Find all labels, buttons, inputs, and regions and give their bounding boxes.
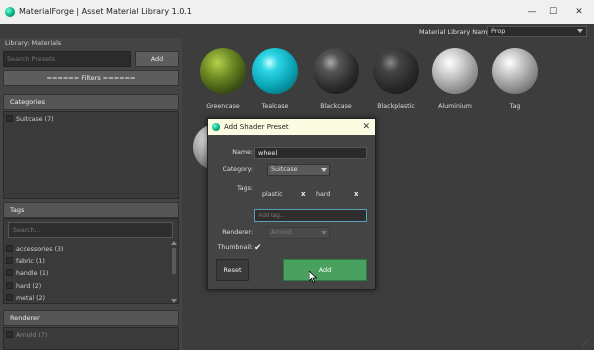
renderer-item[interactable]: Arnold (7)	[6, 331, 47, 341]
add-preset-button[interactable]: Add	[135, 51, 179, 67]
add-shader-preset-dialog: Add Shader Preset ✕ Name: wheel Category…	[207, 118, 376, 290]
category-item[interactable]: Suitcase (7)	[6, 115, 54, 125]
renderer-label: Arnold (7)	[16, 332, 48, 339]
resize-grip-icon[interactable]: ⋰	[582, 339, 591, 348]
add-tag-input[interactable]	[254, 209, 367, 222]
material-tile[interactable]: Tealcase	[243, 46, 303, 116]
renderer-header[interactable]: Renderer	[3, 310, 179, 326]
chevron-down-icon	[577, 29, 583, 33]
material-label: Blackplastic	[377, 103, 415, 110]
chevron-down-icon	[321, 168, 327, 172]
checkbox[interactable]	[6, 257, 13, 264]
minimize-button[interactable]: —	[521, 4, 543, 20]
material-label: Blackcase	[320, 103, 352, 110]
tag-label: hard (2)	[16, 283, 42, 290]
title-bar: MaterialForge | Asset Material Library 1…	[0, 0, 594, 24]
category-label: Category:	[222, 166, 253, 173]
tag-label: accessories (3)	[16, 246, 64, 253]
material-tile[interactable]: Greencase	[191, 46, 251, 116]
library-name-select[interactable]: Prop	[487, 26, 587, 37]
checkbox[interactable]	[6, 282, 13, 289]
filters-toggle[interactable]: ====== Filters ======	[3, 70, 179, 86]
tags-label: Tags:	[236, 185, 253, 192]
tag-item[interactable]: accessories (3)	[6, 245, 64, 255]
dialog-title-bar: Add Shader Preset ✕	[208, 119, 375, 135]
maximize-button[interactable]: ☐	[542, 4, 564, 20]
material-preview[interactable]	[492, 48, 538, 94]
scroll-down-icon[interactable]	[171, 299, 177, 303]
library-name-value: Prop	[491, 27, 506, 35]
name-label: Name:	[232, 149, 253, 156]
checkbox[interactable]	[6, 294, 13, 301]
library-label: Library: Materials	[5, 39, 62, 47]
thumbnail-label: Thumbnail:	[217, 244, 253, 251]
material-tile[interactable]: Aluminium	[423, 46, 483, 116]
search-tags-input[interactable]	[8, 222, 173, 238]
categories-header[interactable]: Categories	[3, 94, 179, 110]
add-button[interactable]: Add	[283, 259, 367, 281]
chevron-down-icon	[321, 231, 327, 235]
category-value: Suitcase	[271, 166, 298, 173]
material-label: Aluminium	[438, 103, 472, 110]
material-preview[interactable]	[200, 48, 246, 94]
material-tile[interactable]: Blackcase	[304, 46, 364, 116]
thumbnail-checkbox[interactable]: ✔	[254, 243, 262, 253]
scroll-thumb[interactable]	[172, 248, 176, 274]
checkbox[interactable]	[6, 269, 13, 276]
tag-chip-label: hard	[316, 191, 331, 198]
material-preview[interactable]	[373, 48, 419, 94]
material-label: Tealcase	[261, 103, 289, 110]
material-tile[interactable]: Blackplastic	[364, 46, 424, 116]
library-name-label: Material Library Name:	[419, 28, 494, 36]
material-preview[interactable]	[252, 48, 298, 94]
checkbox[interactable]	[6, 245, 13, 252]
tag-chip-label: plastic	[262, 191, 283, 198]
material-tile[interactable]: Tag	[483, 46, 543, 116]
tag-label: metal (2)	[16, 295, 46, 302]
dialog-title: Add Shader Preset	[224, 123, 289, 131]
remove-tag-button[interactable]: x	[301, 190, 306, 198]
main-window: MaterialForge | Asset Material Library 1…	[0, 0, 594, 350]
close-button[interactable]: ✕	[568, 4, 590, 20]
search-presets-input[interactable]	[3, 51, 131, 67]
mouse-cursor-icon	[309, 271, 317, 283]
renderer-label: Renderer:	[222, 229, 253, 236]
tag-label: fabric (1)	[16, 258, 45, 265]
app-logo-icon	[212, 123, 220, 131]
renderer-select[interactable]: Arnold	[267, 227, 330, 239]
category-select[interactable]: Suitcase	[267, 164, 330, 176]
tag-label: handle (1)	[16, 270, 49, 277]
material-preview[interactable]	[432, 48, 478, 94]
tag-item[interactable]: metal (2)	[6, 294, 45, 304]
tags-header[interactable]: Tags	[3, 202, 179, 218]
tag-item[interactable]: handle (1)	[6, 269, 48, 279]
tag-item[interactable]: hard (2)	[6, 282, 41, 292]
app-logo-icon	[5, 7, 15, 17]
tag-item[interactable]: fabric (1)	[6, 257, 45, 267]
material-preview[interactable]	[313, 48, 359, 94]
dialog-close-button[interactable]: ✕	[362, 119, 370, 135]
renderer-value: Arnold	[271, 229, 292, 236]
checkbox[interactable]	[6, 115, 13, 122]
reset-button[interactable]: Reset	[216, 259, 249, 281]
window-title: MaterialForge | Asset Material Library 1…	[19, 7, 192, 16]
remove-tag-button[interactable]: x	[354, 190, 359, 198]
checkbox[interactable]	[6, 331, 13, 338]
name-input[interactable]: wheel	[254, 147, 367, 159]
category-label: Suitcase (7)	[16, 116, 54, 123]
material-label: Tag	[509, 103, 521, 110]
tags-scrollbar[interactable]	[171, 241, 177, 303]
scroll-up-icon[interactable]	[171, 241, 177, 245]
